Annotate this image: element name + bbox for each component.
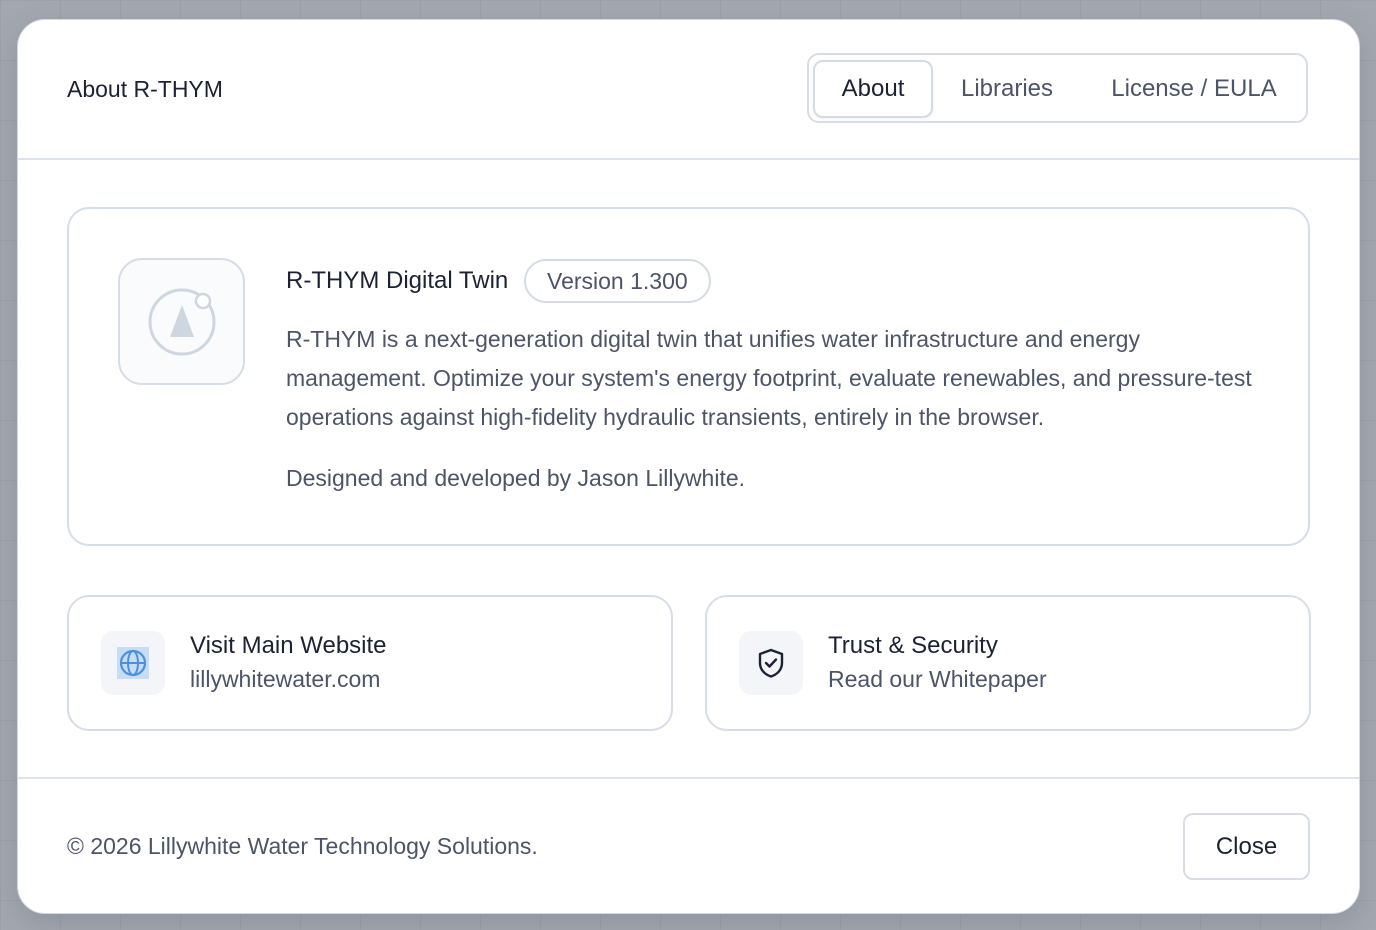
website-link-title: Visit Main Website xyxy=(190,632,387,659)
trust-link-title: Trust & Security xyxy=(828,632,998,659)
tab-about[interactable]: About xyxy=(813,60,933,118)
globe-icon xyxy=(101,631,165,695)
dialog-footer: © 2026 Lillywhite Water Technology Solut… xyxy=(18,777,1359,913)
trust-link-subtitle: Read our Whitepaper xyxy=(828,666,1047,692)
shield-check-icon xyxy=(739,631,803,695)
tab-license-eula[interactable]: License / EULA xyxy=(1099,60,1289,118)
website-link-url: lillywhitewater.com xyxy=(190,666,381,692)
rthym-logo-icon xyxy=(148,288,216,356)
tab-bar: About Libraries License / EULA xyxy=(807,53,1308,123)
dialog-header: About R-THYM About Libraries License / E… xyxy=(18,20,1359,160)
product-logo xyxy=(118,258,245,385)
trust-security-link[interactable]: Trust & Security Read our Whitepaper xyxy=(705,595,1311,731)
developer-credit: Designed and developed by Jason Lillywhi… xyxy=(286,465,746,491)
visit-website-link[interactable]: Visit Main Website lillywhitewater.com xyxy=(67,595,673,731)
tab-libraries[interactable]: Libraries xyxy=(947,60,1067,118)
product-name: R-THYM Digital Twin xyxy=(286,267,509,294)
product-description: R-THYM is a next-generation digital twin… xyxy=(286,326,1252,430)
product-info-card: R-THYM Digital Twin Version 1.300 R-THYM… xyxy=(67,207,1310,546)
copyright-text: © 2026 Lillywhite Water Technology Solut… xyxy=(67,833,538,859)
version-badge: Version 1.300 xyxy=(524,259,711,303)
about-dialog: About R-THYM About Libraries License / E… xyxy=(17,19,1360,914)
close-button[interactable]: Close xyxy=(1183,813,1310,880)
dialog-title: About R-THYM xyxy=(67,76,223,102)
